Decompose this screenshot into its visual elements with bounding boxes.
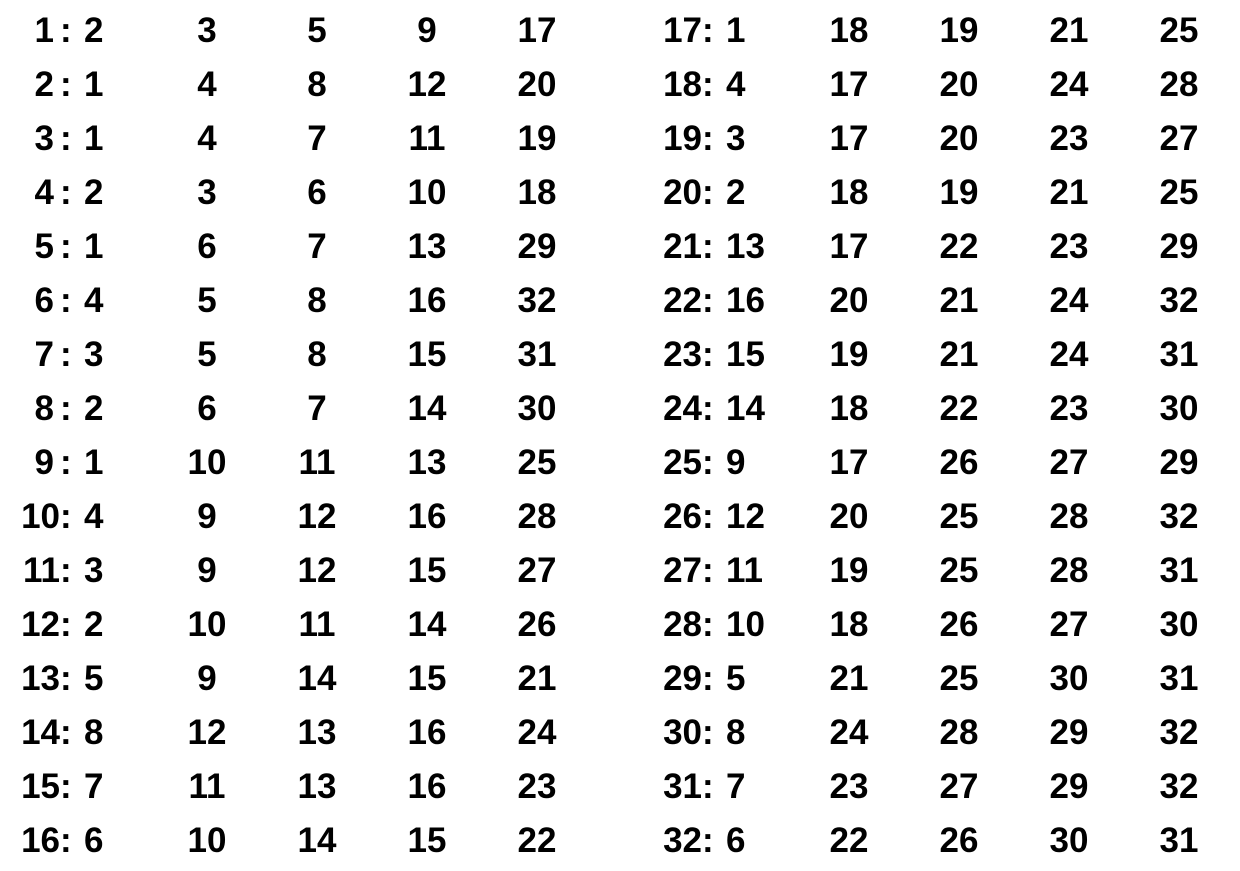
table-row: 7:3581531 bbox=[4, 328, 592, 382]
table-row: 13:59141521 bbox=[4, 652, 592, 706]
table-row: 2:1481220 bbox=[4, 58, 592, 112]
table-row: 3:1471119 bbox=[4, 112, 592, 166]
table-row: 24:1418222330 bbox=[646, 382, 1234, 436]
left-column: 1:235917 2:1481220 3:1471119 4:2361018 5… bbox=[4, 4, 592, 868]
table-row: 17:118192125 bbox=[646, 4, 1234, 58]
table-row: 26:1220252832 bbox=[646, 490, 1234, 544]
table-row: 28:1018262730 bbox=[646, 598, 1234, 652]
right-column: 17:118192125 18:417202428 19:317202327 2… bbox=[646, 4, 1234, 868]
table-row: 6:4581632 bbox=[4, 274, 592, 328]
table-row: 31:723272932 bbox=[646, 760, 1234, 814]
table-row: 14:812131624 bbox=[4, 706, 592, 760]
table-row: 19:317202327 bbox=[646, 112, 1234, 166]
table-row: 16:610141522 bbox=[4, 814, 592, 868]
table-row: 20:218192125 bbox=[646, 166, 1234, 220]
table-row: 5:1671329 bbox=[4, 220, 592, 274]
table-row: 27:1119252831 bbox=[646, 544, 1234, 598]
table-row: 4:2361018 bbox=[4, 166, 592, 220]
table-row: 25:917262729 bbox=[646, 436, 1234, 490]
table-row: 15:711131623 bbox=[4, 760, 592, 814]
table-row: 18:417202428 bbox=[646, 58, 1234, 112]
table-row: 9:110111325 bbox=[4, 436, 592, 490]
table-row: 1:235917 bbox=[4, 4, 592, 58]
table-row: 8:2671430 bbox=[4, 382, 592, 436]
table-row: 22:1620212432 bbox=[646, 274, 1234, 328]
table-row: 11:39121527 bbox=[4, 544, 592, 598]
table-row: 29:521253031 bbox=[646, 652, 1234, 706]
table-row: 10:49121628 bbox=[4, 490, 592, 544]
table-row: 32:622263031 bbox=[646, 814, 1234, 868]
table-row: 30:824282932 bbox=[646, 706, 1234, 760]
table-row: 23:1519212431 bbox=[646, 328, 1234, 382]
table-row: 21:1317222329 bbox=[646, 220, 1234, 274]
table-row: 12:210111426 bbox=[4, 598, 592, 652]
